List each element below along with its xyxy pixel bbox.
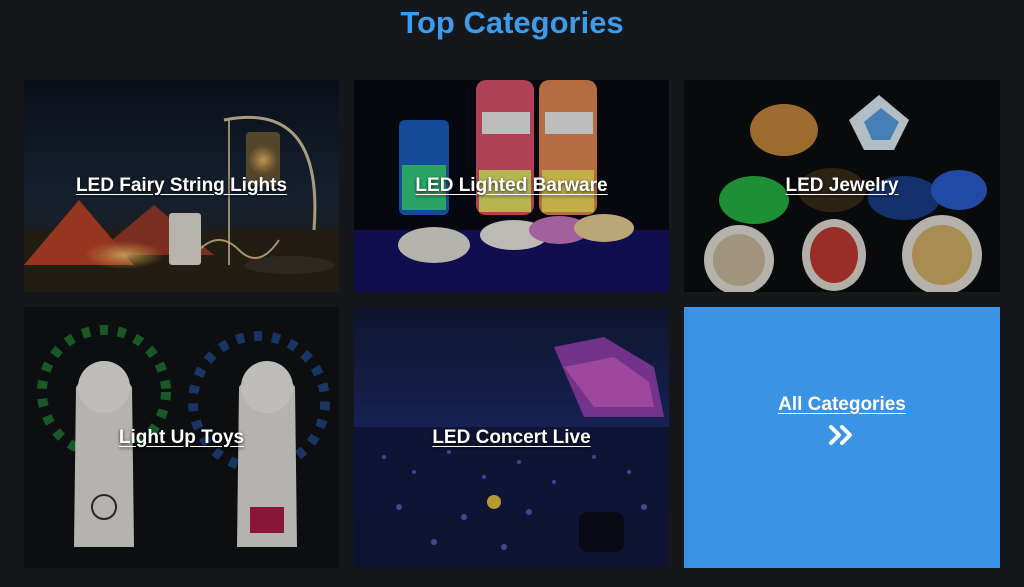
- category-label-lighted-barware[interactable]: LED Lighted Barware: [354, 175, 669, 197]
- category-label-fairy-string-lights[interactable]: LED Fairy String Lights: [24, 175, 339, 197]
- category-label-led-jewelry[interactable]: LED Jewelry: [684, 175, 1000, 197]
- category-tile-led-jewelry[interactable]: LED Jewelry: [684, 80, 1000, 292]
- top-categories-section: Top Categories LED Fairy String Lights L…: [0, 0, 1024, 587]
- all-categories-label[interactable]: All Categories: [684, 394, 1000, 416]
- category-tile-concert-live[interactable]: LED Concert Live: [354, 307, 669, 568]
- category-label-light-up-toys[interactable]: Light Up Toys: [24, 427, 339, 449]
- section-title: Top Categories: [400, 5, 624, 40]
- all-categories-tile[interactable]: All Categories: [684, 307, 1000, 568]
- category-tile-lighted-barware[interactable]: LED Lighted Barware: [354, 80, 669, 292]
- category-tile-fairy-string-lights[interactable]: LED Fairy String Lights: [24, 80, 339, 292]
- category-label-concert-live[interactable]: LED Concert Live: [354, 427, 669, 449]
- category-tile-light-up-toys[interactable]: Light Up Toys: [24, 307, 339, 568]
- double-chevron-right-icon[interactable]: [829, 425, 855, 445]
